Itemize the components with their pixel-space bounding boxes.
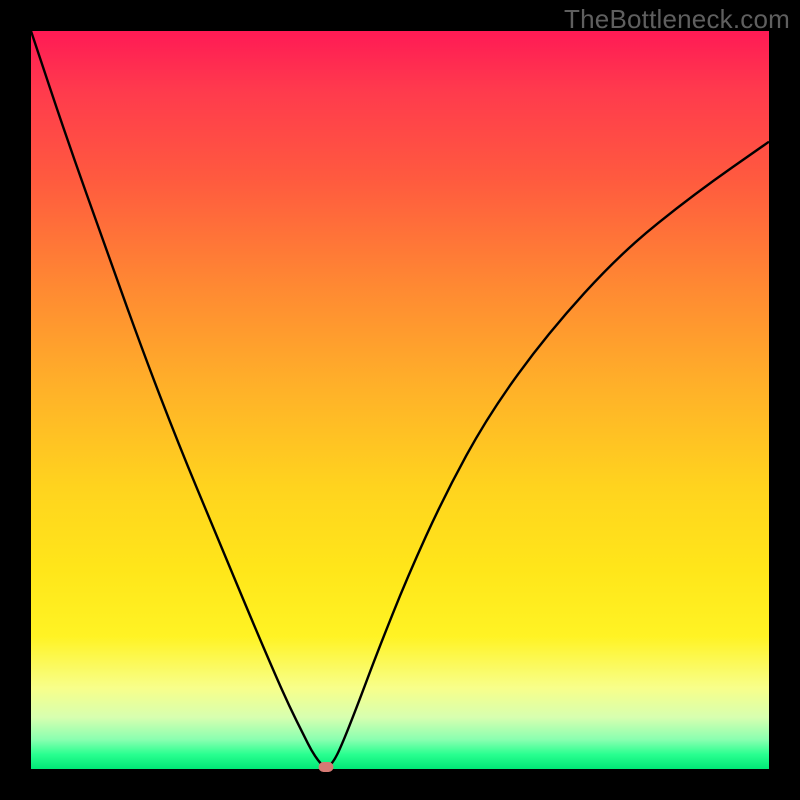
chart-container: TheBottleneck.com xyxy=(0,0,800,800)
minimum-marker xyxy=(319,762,334,772)
watermark-text: TheBottleneck.com xyxy=(564,4,790,35)
plot-area xyxy=(31,31,769,769)
